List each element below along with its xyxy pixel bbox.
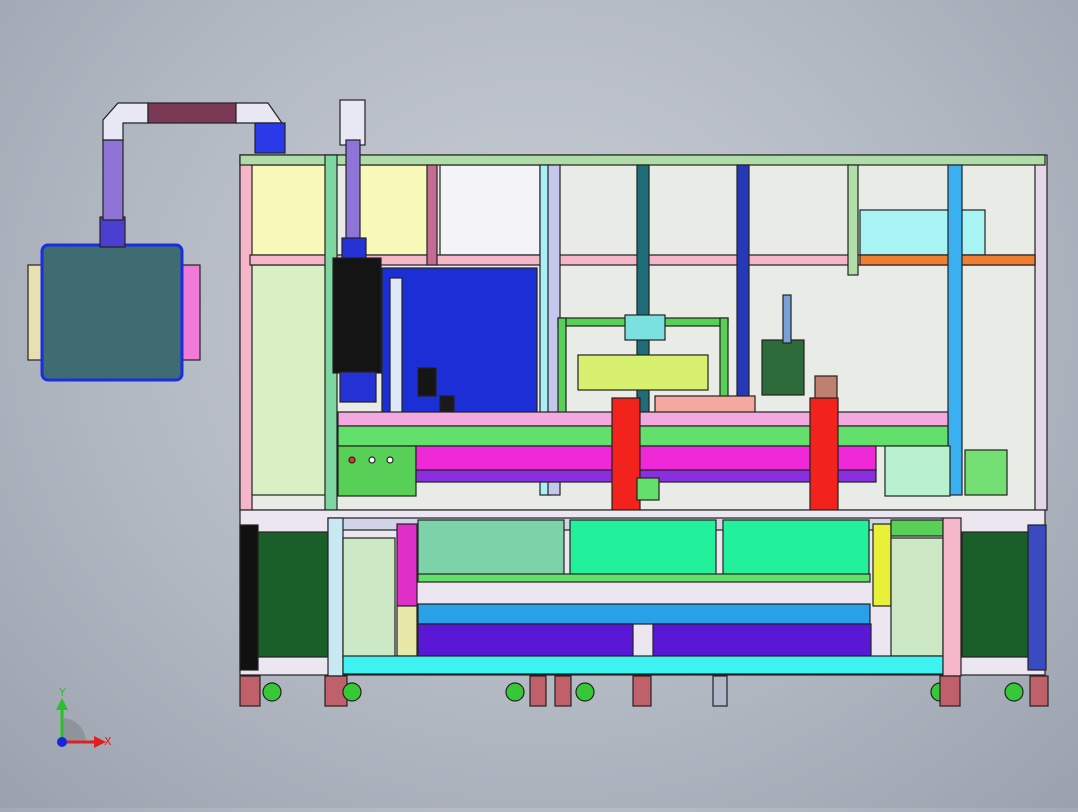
lower-frame [239,509,1047,677]
control-panel [381,267,538,419]
axis-triad: Y X [56,686,112,748]
x-axis-label: X [104,735,112,748]
y-axis-label: Y [58,686,66,699]
cad-viewport[interactable]: Y X [0,0,1078,808]
casters [239,675,1049,707]
machine-drawing: Y X [27,99,1049,748]
